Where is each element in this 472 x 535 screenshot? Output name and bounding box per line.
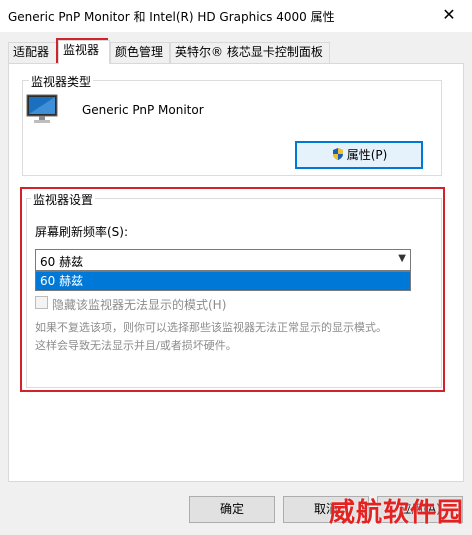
hide-modes-label: 隐藏该监视器无法显示的模式(H) xyxy=(52,298,227,312)
chevron-down-icon[interactable]: ▼ xyxy=(398,253,406,264)
monitor-name: Generic PnP Monitor xyxy=(82,103,204,117)
refresh-rate-label: 屏幕刷新频率(S): xyxy=(35,225,129,239)
refresh-rate-dropdown: 60 赫兹 xyxy=(35,271,411,291)
monitor-type-group-title: 监视器类型 xyxy=(29,73,94,90)
hide-modes-checkbox[interactable] xyxy=(35,296,48,309)
watermark-logo: 威航软件园 xyxy=(328,498,464,528)
refresh-rate-select[interactable]: 60 赫兹 ▼ xyxy=(35,249,411,271)
monitor-properties-label: 属性(P) xyxy=(346,148,388,162)
shield-icon xyxy=(332,148,343,160)
close-icon[interactable]: ✕ xyxy=(426,0,472,32)
tab-intel-control-panel[interactable]: 英特尔® 核芯显卡控制面板 xyxy=(170,42,330,63)
monitor-icon xyxy=(26,94,58,123)
ok-button[interactable]: 确定 xyxy=(189,496,275,523)
tab-color-management[interactable]: 颜色管理 xyxy=(110,42,170,63)
tab-monitor[interactable]: 监视器 xyxy=(58,40,110,64)
description-line-2: 这样会导致无法显示并且/或者损坏硬件。 xyxy=(35,339,237,352)
title-bar: Generic PnP Monitor 和 Intel(R) HD Graphi… xyxy=(0,0,472,32)
window-title: Generic PnP Monitor 和 Intel(R) HD Graphi… xyxy=(8,10,335,24)
dropdown-option[interactable]: 60 赫兹 xyxy=(36,272,410,290)
tab-adapter[interactable]: 适配器 xyxy=(8,42,58,63)
monitor-properties-button[interactable]: 属性(P) xyxy=(295,141,423,169)
refresh-rate-value: 60 赫兹 xyxy=(40,255,84,269)
description-line-1: 如果不复选该项，则你可以选择那些该监视器无法正常显示的显示模式。 xyxy=(35,321,387,334)
